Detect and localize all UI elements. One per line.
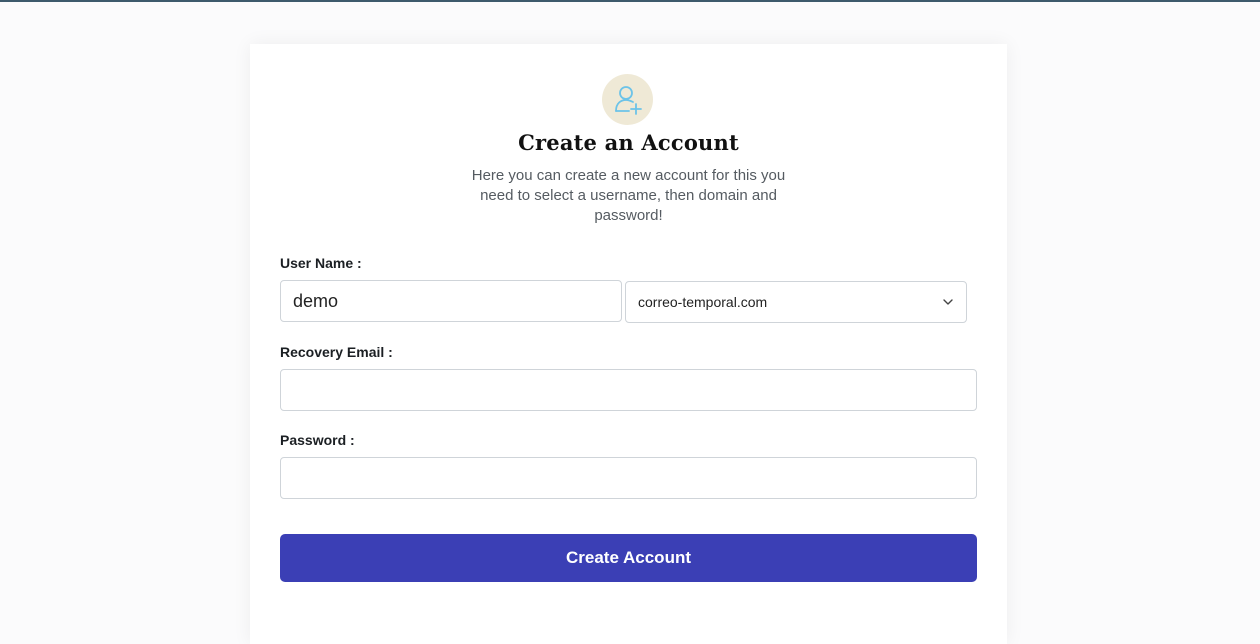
chevron-down-icon [943,299,953,305]
username-label: User Name : [280,255,362,271]
page-subtitle: Here you can create a new account for th… [471,167,786,224]
top-border [0,0,1260,2]
create-account-button[interactable]: Create Account [280,534,977,582]
recovery-email-label: Recovery Email : [280,344,393,360]
password-label: Password : [280,432,355,448]
page-title: Create an Account [518,130,739,155]
domain-select[interactable]: correo-temporal.com [625,281,967,323]
recovery-email-input[interactable] [280,369,977,411]
user-plus-icon-svg [614,85,642,115]
create-account-card: Create an Account Here you can create a … [250,44,1007,644]
user-plus-icon [602,74,653,125]
password-input[interactable] [280,457,977,499]
username-input[interactable] [280,280,622,322]
domain-select-value: correo-temporal.com [638,294,768,310]
